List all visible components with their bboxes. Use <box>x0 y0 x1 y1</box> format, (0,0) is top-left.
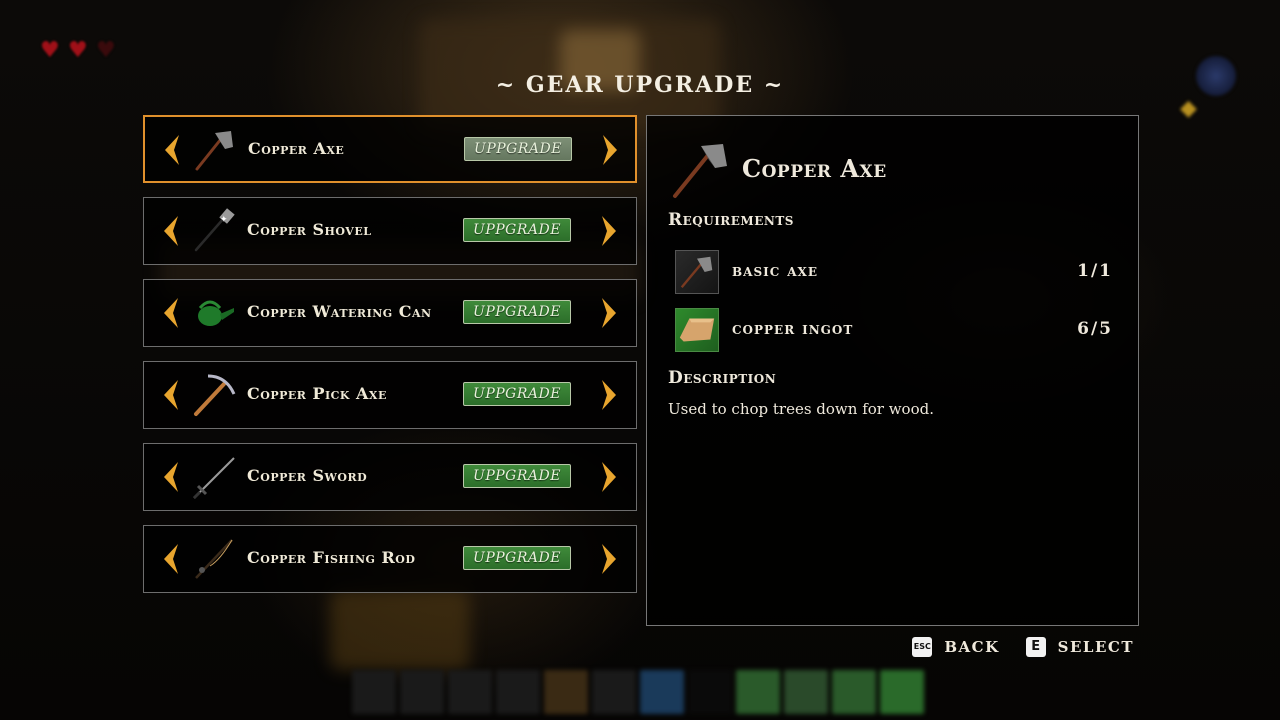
gear-row-copper-shovel[interactable]: ✦ Copper Shovel UPPGRADE <box>143 197 637 265</box>
copper-ingot-icon <box>675 308 719 352</box>
upgrade-button[interactable]: UPPGRADE <box>463 546 571 570</box>
hotbar-slot <box>640 670 684 714</box>
hotbar-slot <box>448 670 492 714</box>
upgrade-button[interactable]: UPPGRADE <box>463 218 571 242</box>
hotbar-slot <box>592 670 636 714</box>
gear-row-copper-watering-can[interactable]: Copper Watering Can UPPGRADE <box>143 279 637 347</box>
select-button[interactable]: SELECT <box>1058 638 1134 656</box>
arrow-left-icon[interactable] <box>165 135 179 165</box>
hotbar <box>352 670 924 714</box>
detail-item-name: Copper Axe <box>742 154 887 183</box>
requirement-row: COPPER INGOT 6/5 <box>675 308 1113 354</box>
arrow-right-icon[interactable] <box>602 544 616 574</box>
arrow-right-icon[interactable] <box>602 216 616 246</box>
description-heading: Description <box>668 368 777 388</box>
gear-row-copper-pick-axe[interactable]: Copper Pick Axe UPPGRADE <box>143 361 637 429</box>
upgrade-button[interactable]: UPPGRADE <box>463 382 571 406</box>
arrow-right-icon[interactable] <box>602 380 616 410</box>
hotbar-slot <box>880 670 924 714</box>
detail-panel: Copper Axe Requirements BASIC AXE 1/1 CO… <box>646 115 1139 626</box>
arrow-right-icon[interactable] <box>602 462 616 492</box>
hotbar-slot <box>736 670 780 714</box>
gear-row-copper-fishing-rod[interactable]: Copper Fishing Rod UPPGRADE <box>143 525 637 593</box>
arrow-left-icon[interactable] <box>164 380 178 410</box>
hotbar-slot <box>352 670 396 714</box>
fishing-rod-icon <box>195 539 233 579</box>
requirement-name: BASIC AXE <box>732 261 818 281</box>
hotbar-slot <box>544 670 588 714</box>
axe-icon <box>195 131 233 171</box>
back-button[interactable]: BACK <box>944 638 999 656</box>
e-key-icon: E <box>1025 637 1046 657</box>
heart-icon: ♥ <box>40 38 60 63</box>
shovel-icon: ✦ <box>194 208 235 252</box>
hotbar-slot <box>688 670 732 714</box>
gear-list: Copper Axe UPPGRADE ✦ Copper Shovel UPPG… <box>143 115 637 607</box>
gear-row-label: Copper Axe <box>248 139 345 158</box>
arrow-left-icon[interactable] <box>164 298 178 328</box>
basic-axe-icon <box>675 250 719 294</box>
arrow-left-icon[interactable] <box>164 544 178 574</box>
svg-text:✦: ✦ <box>220 215 228 225</box>
hotbar-slot <box>832 670 876 714</box>
heart-icon: ♥ <box>68 38 88 63</box>
axe-icon <box>673 144 727 198</box>
gear-row-label: Copper Fishing Rod <box>247 548 416 567</box>
hotbar-slot <box>400 670 444 714</box>
gear-row-copper-axe[interactable]: Copper Axe UPPGRADE <box>143 115 637 183</box>
arrow-left-icon[interactable] <box>164 216 178 246</box>
game-scene: ♥ ♥ ♥ ◆ ~ GEAR UPGRADE ~ Copper Axe UPPG… <box>0 0 1280 720</box>
page-title: ~ GEAR UPGRADE ~ <box>495 72 785 98</box>
requirement-name: COPPER INGOT <box>732 319 854 339</box>
requirement-row: BASIC AXE 1/1 <box>675 250 1113 296</box>
gear-row-copper-sword[interactable]: Copper Sword UPPGRADE <box>143 443 637 511</box>
upgrade-button[interactable]: UPPGRADE <box>463 300 571 324</box>
arrow-right-icon[interactable] <box>603 135 617 165</box>
requirement-count: 6/5 <box>1077 319 1113 339</box>
upgrade-button[interactable]: UPPGRADE <box>463 464 571 488</box>
health-hearts: ♥ ♥ ♥ <box>40 40 118 62</box>
sword-icon <box>192 457 235 500</box>
gear-row-label: Copper Pick Axe <box>247 384 387 403</box>
hotbar-slot <box>784 670 828 714</box>
gear-row-label: Copper Watering Can <box>247 302 432 321</box>
gear-row-label: Copper Sword <box>247 466 368 485</box>
esc-key-icon: ESC <box>912 637 933 657</box>
description-text: Used to chop trees down for wood. <box>668 400 934 418</box>
gear-row-label: Copper Shovel <box>247 220 372 239</box>
upgrade-button[interactable]: UPPGRADE <box>464 137 572 161</box>
control-hints: ESC BACK E SELECT <box>912 637 1134 657</box>
requirement-count: 1/1 <box>1077 261 1113 281</box>
coin-icon: ◆ <box>1180 96 1197 121</box>
watering-can-icon <box>198 300 234 326</box>
pickaxe-icon <box>194 374 236 416</box>
arrow-right-icon[interactable] <box>602 298 616 328</box>
heart-icon: ♥ <box>96 38 116 63</box>
hotbar-slot <box>496 670 540 714</box>
arrow-left-icon[interactable] <box>164 462 178 492</box>
requirements-heading: Requirements <box>668 210 794 230</box>
